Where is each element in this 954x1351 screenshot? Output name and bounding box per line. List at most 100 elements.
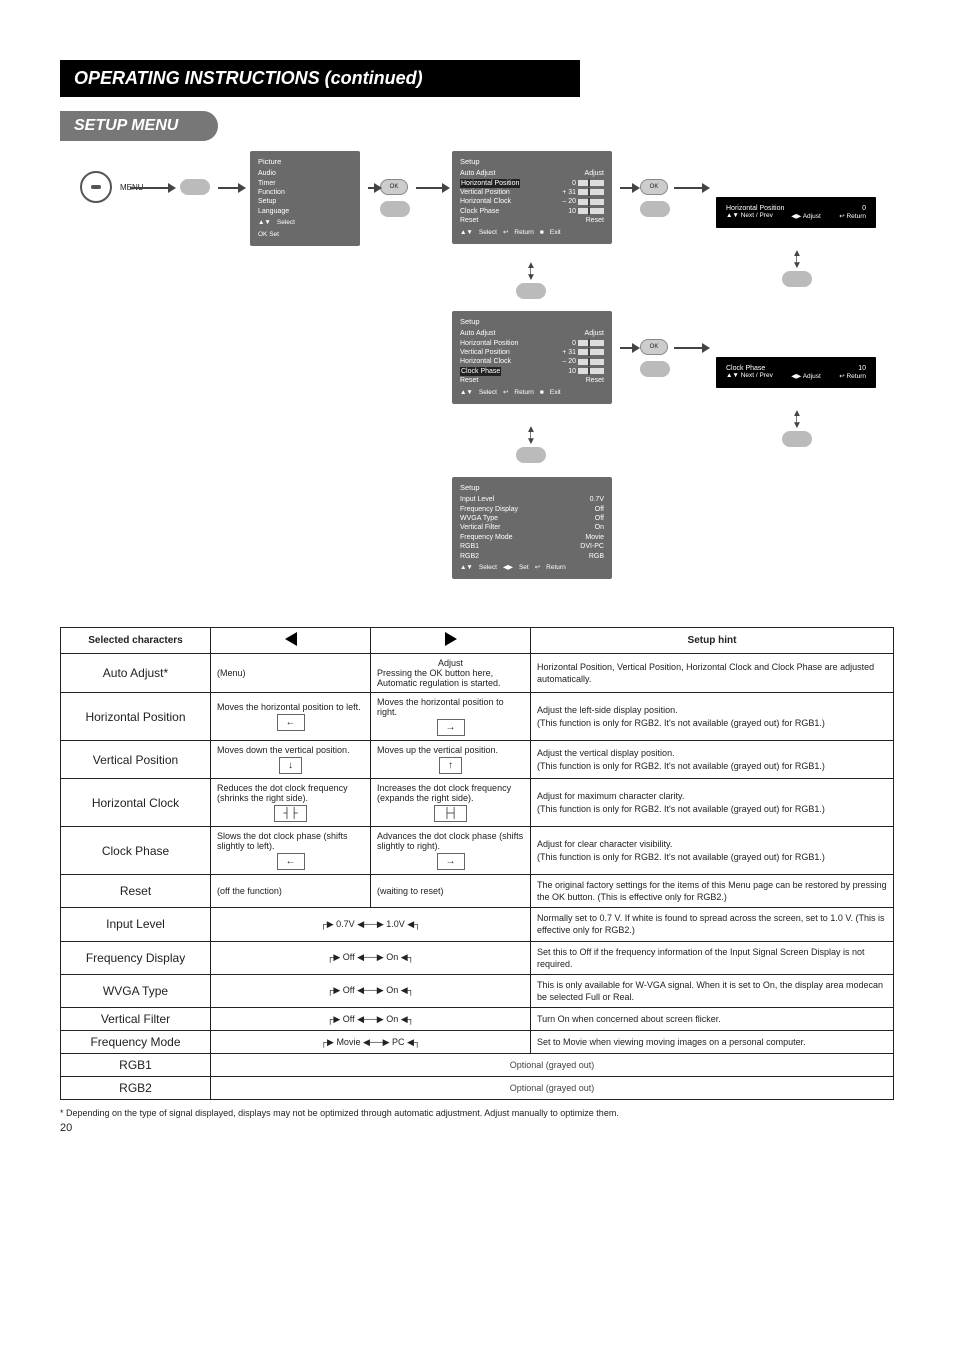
updown-arrow-icon: ▲│▼ (792, 251, 802, 269)
table-row: RGB2Optional (grayed out) (61, 1077, 894, 1100)
setting-hint: Adjust the vertical display position. (T… (531, 741, 894, 779)
triangle-right-icon (445, 632, 457, 646)
osd-row: Reset (460, 216, 478, 225)
osd-footer: Select (479, 389, 497, 398)
table-row: Input Level┌▶ 0.7V ◀──▶ 1.0V ◀┐Normally … (61, 908, 894, 941)
glyph-icon: ↑ (439, 757, 462, 774)
osd-row: Reset (460, 376, 478, 385)
arrow-icon (620, 347, 634, 349)
osd-item-selected: Setup (258, 198, 276, 205)
osd-row: Auto Adjust (460, 169, 495, 178)
osd-title: Setup (460, 157, 604, 167)
setting-name: Vertical Filter (61, 1008, 211, 1031)
setting-hint: Adjust for clear character visibility. (… (531, 827, 894, 875)
table-row: Frequency Mode┌▶ Movie ◀──▶ PC ◀┐Set to … (61, 1031, 894, 1054)
cycle-options: ┌▶ Off ◀──▶ On ◀┐ (211, 1008, 531, 1031)
increase-cell: Advances the dot clock phase (shifts sli… (371, 827, 531, 875)
osd-row: WVGA Type (460, 514, 498, 523)
setup-settings-table: Selected characters Setup hint Auto Adju… (60, 627, 894, 1100)
page-number: 20 (60, 1122, 894, 1134)
decrease-cell: (off the function) (211, 875, 371, 908)
decrease-cell: Moves the horizontal position to left.← (211, 693, 371, 741)
table-row: Vertical PositionMoves down the vertical… (61, 741, 894, 779)
setting-name: Vertical Position (61, 741, 211, 779)
osd-row: Horizontal Position (460, 179, 520, 188)
col-right-arrow (371, 628, 531, 654)
osd-row: Clock Phase (460, 207, 499, 216)
osd-row: Horizontal Clock (460, 357, 511, 366)
osd-row: RGB1 (460, 542, 479, 551)
setting-name: RGB1 (61, 1054, 211, 1077)
ok-button-icon: OK (640, 179, 668, 195)
table-row: Vertical Filter┌▶ Off ◀──▶ On ◀┐Turn On … (61, 1008, 894, 1031)
table-row: Frequency Display┌▶ Off ◀──▶ On ◀┐Set th… (61, 941, 894, 974)
table-row: Horizontal PositionMoves the horizontal … (61, 693, 894, 741)
setting-name: Auto Adjust* (61, 654, 211, 693)
section-title: OPERATING INSTRUCTIONS (continued) (60, 60, 580, 97)
arrow-icon (218, 187, 240, 189)
setting-hint: Horizontal Position, Vertical Position, … (531, 654, 894, 693)
increase-cell: Moves up the vertical position.↑ (371, 741, 531, 779)
setting-name: RGB2 (61, 1077, 211, 1100)
osd-footer: Return (514, 389, 534, 398)
glyph-icon: ┤├ (274, 805, 306, 822)
arrow-icon (620, 187, 634, 189)
osd-row: Clock Phase (460, 367, 501, 376)
col-setup-hint: Setup hint (531, 628, 894, 654)
osd-row: Horizontal Clock (460, 197, 511, 206)
osd-item: Language (258, 207, 352, 216)
setting-hint: Set this to Off if the frequency informa… (531, 941, 894, 974)
adjust-title: Horizontal Position (726, 205, 784, 212)
thumb-icon (640, 201, 670, 217)
osd-setup-page2: Setup Input Level0.7V Frequency DisplayO… (452, 477, 612, 579)
glyph-icon: → (437, 853, 465, 870)
decrease-cell: Slows the dot clock phase (shifts slight… (211, 827, 371, 875)
setup-flow-diagram: MENU Picture Audio Timer Function Setup … (60, 151, 894, 621)
osd-title: Picture (258, 157, 352, 167)
setting-name: Horizontal Clock (61, 779, 211, 827)
table-row: Horizontal ClockReduces the dot clock fr… (61, 779, 894, 827)
adjust-bar-clock-phase: Clock Phase10 ▲▼ Next / Prev ◀▶ Adjust ↩… (716, 357, 876, 388)
table-row: WVGA Type┌▶ Off ◀──▶ On ◀┐This is only a… (61, 974, 894, 1007)
osd-row: Horizontal Position (460, 339, 518, 348)
adjust-bar-horizontal-position: Horizontal Position0 ▲▼ Next / Prev ◀▶ A… (716, 197, 876, 228)
osd-footer: Return (514, 229, 534, 238)
setting-name: Frequency Display (61, 941, 211, 974)
table-row: Reset(off the function)(waiting to reset… (61, 875, 894, 908)
osd-row: Input Level (460, 495, 494, 504)
glyph-icon: ← (277, 853, 305, 870)
increase-cell: Moves the horizontal position to right.→ (371, 693, 531, 741)
osd-row: RGB2 (460, 552, 479, 561)
osd-main-menu: Picture Audio Timer Function Setup Langu… (250, 151, 360, 246)
triangle-left-icon (285, 632, 297, 646)
menu-button-icon (80, 171, 112, 203)
table-row: Clock PhaseSlows the dot clock phase (sh… (61, 827, 894, 875)
setting-hint: The original factory settings for the it… (531, 875, 894, 908)
osd-footer: Select (479, 564, 497, 573)
updown-arrow-icon: ▲│▼ (526, 263, 536, 281)
osd-row: Frequency Display (460, 505, 518, 514)
thumb-icon (180, 179, 210, 195)
glyph-icon: ← (277, 714, 305, 731)
thumb-icon (516, 447, 546, 463)
osd-row: Vertical Position (460, 188, 510, 197)
setting-name: Clock Phase (61, 827, 211, 875)
arrow-icon (416, 187, 444, 189)
setting-hint: Adjust the left-side display position. (… (531, 693, 894, 741)
cycle-options: ┌▶ Movie ◀──▶ PC ◀┐ (211, 1031, 531, 1054)
grayed-out-cell: Optional (grayed out) (211, 1054, 894, 1077)
setting-hint: This is only available for W-VGA signal.… (531, 974, 894, 1007)
thumb-icon (516, 283, 546, 299)
osd-footer: Select (277, 219, 295, 228)
arrow-icon (674, 187, 704, 189)
setting-name: Frequency Mode (61, 1031, 211, 1054)
thumb-icon (640, 361, 670, 377)
osd-item: Function (258, 188, 352, 197)
increase-cell: AdjustPressing the OK button here, Autom… (371, 654, 531, 693)
col-left-arrow (211, 628, 371, 654)
thumb-icon (380, 201, 410, 217)
setting-name: Horizontal Position (61, 693, 211, 741)
ok-button-icon: OK (640, 339, 668, 355)
arrow-icon (368, 187, 376, 189)
osd-title: Setup (460, 483, 604, 493)
